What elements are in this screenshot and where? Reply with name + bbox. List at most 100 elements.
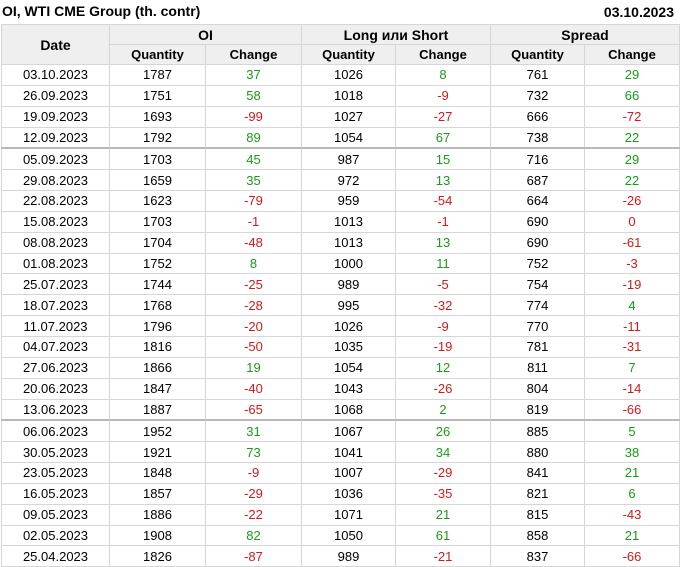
oi-change-cell: -50 — [205, 335, 302, 358]
ls-quantity-cell: 1068 — [301, 398, 396, 421]
spread-quantity-cell: 837 — [490, 545, 585, 567]
ls-quantity-cell: 1050 — [301, 524, 396, 547]
oi-change-cell: 89 — [205, 126, 302, 149]
date-cell: 18.07.2023 — [1, 294, 110, 317]
ls-quantity-cell: 995 — [301, 294, 396, 317]
oi-quantity-cell: 1921 — [109, 441, 206, 464]
table-row: 20.06.2023 1847 -40 1043 -26 804 -14 — [1, 377, 680, 400]
date-cell: 13.06.2023 — [1, 398, 110, 421]
table-row: 13.06.2023 1887 -65 1068 2 819 -66 — [1, 398, 680, 421]
table-row: 06.06.2023 1952 31 1067 26 885 5 — [1, 419, 680, 443]
oi-quantity-cell: 1826 — [109, 545, 206, 567]
oi-quantity-cell: 1703 — [109, 147, 206, 171]
oi-change-cell: -28 — [205, 294, 302, 317]
spread-quantity-cell: 885 — [490, 419, 585, 443]
table-row: 15.08.2023 1703 -1 1013 -1 690 0 — [1, 210, 680, 233]
spread-change-cell: 22 — [584, 169, 680, 192]
table-row: 01.08.2023 1752 8 1000 11 752 -3 — [1, 252, 680, 275]
table-row: 02.05.2023 1908 82 1050 61 858 21 — [1, 524, 680, 547]
oi-quantity-cell: 1887 — [109, 398, 206, 421]
oi-change-cell: -65 — [205, 398, 302, 421]
oi-quantity-cell: 1744 — [109, 273, 206, 296]
oi-change-cell: -20 — [205, 315, 302, 337]
date-cell: 19.09.2023 — [1, 105, 110, 128]
oi-change-cell: 58 — [205, 84, 302, 107]
spread-quantity-cell: 841 — [490, 462, 585, 484]
ls-change-cell: 15 — [395, 147, 491, 171]
date-cell: 30.05.2023 — [1, 441, 110, 464]
ls-change-cell: 26 — [395, 419, 491, 443]
oi-change-cell: -87 — [205, 545, 302, 567]
date-cell: 16.05.2023 — [1, 482, 110, 505]
date-cell: 15.08.2023 — [1, 210, 110, 233]
spread-quantity-cell: 781 — [490, 335, 585, 358]
table-row: 22.08.2023 1623 -79 959 -54 664 -26 — [1, 190, 680, 212]
table-row: 29.08.2023 1659 35 972 13 687 22 — [1, 169, 680, 192]
ls-change-cell: 11 — [395, 252, 491, 275]
ls-change-cell: 13 — [395, 231, 491, 254]
ls-change-cell: 21 — [395, 503, 491, 526]
oi-quantity-cell: 1908 — [109, 524, 206, 547]
spread-quantity-cell: 804 — [490, 377, 585, 400]
date-cell: 25.07.2023 — [1, 273, 110, 296]
table-row: 25.04.2023 1826 -87 989 -21 837 -66 — [1, 545, 680, 567]
spread-quantity-cell: 664 — [490, 190, 585, 212]
oi-change-cell: -40 — [205, 377, 302, 400]
oi-quantity-cell: 1796 — [109, 315, 206, 337]
ls-change-cell: 34 — [395, 441, 491, 464]
spread-quantity-cell: 858 — [490, 524, 585, 547]
table-row: 09.05.2023 1886 -22 1071 21 815 -43 — [1, 503, 680, 526]
date-cell: 23.05.2023 — [1, 462, 110, 484]
oi-quantity-cell: 1792 — [109, 126, 206, 149]
oi-quantity-cell: 1816 — [109, 335, 206, 358]
date-cell: 29.08.2023 — [1, 169, 110, 192]
date-cell: 01.08.2023 — [1, 252, 110, 275]
ls-change-cell: -21 — [395, 545, 491, 567]
table-row: 11.07.2023 1796 -20 1026 -9 770 -11 — [1, 315, 680, 337]
spread-quantity-cell: 774 — [490, 294, 585, 317]
ls-change-cell: 61 — [395, 524, 491, 547]
header-oi: OI — [109, 24, 302, 45]
ls-quantity-cell: 1043 — [301, 377, 396, 400]
spread-quantity-cell: 687 — [490, 169, 585, 192]
table-row: 08.08.2023 1704 -48 1013 13 690 -61 — [1, 231, 680, 254]
table-row: 23.05.2023 1848 -9 1007 -29 841 21 — [1, 462, 680, 484]
ls-change-cell: 8 — [395, 64, 491, 86]
ls-change-cell: -26 — [395, 377, 491, 400]
spread-change-cell: 4 — [584, 294, 680, 317]
spread-change-cell: 0 — [584, 210, 680, 233]
date-cell: 20.06.2023 — [1, 377, 110, 400]
spread-quantity-cell: 761 — [490, 64, 585, 86]
table-row: 27.06.2023 1866 19 1054 12 811 7 — [1, 356, 680, 379]
spread-quantity-cell: 811 — [490, 356, 585, 379]
ls-quantity-cell: 1054 — [301, 356, 396, 379]
oi-quantity-cell: 1768 — [109, 294, 206, 317]
date-cell: 03.10.2023 — [1, 64, 110, 86]
oi-change-cell: -99 — [205, 105, 302, 128]
oi-change-cell: 8 — [205, 252, 302, 275]
table-row: 05.09.2023 1703 45 987 15 716 29 — [1, 147, 680, 171]
spread-change-cell: 38 — [584, 441, 680, 464]
date-cell: 04.07.2023 — [1, 335, 110, 358]
table-row: 12.09.2023 1792 89 1054 67 738 22 — [1, 126, 680, 149]
table-row: 18.07.2023 1768 -28 995 -32 774 4 — [1, 294, 680, 317]
header-row-groups: Date OI Long или Short Spread — [1, 24, 680, 65]
date-cell: 05.09.2023 — [1, 147, 110, 171]
ls-change-cell: -32 — [395, 294, 491, 317]
spread-quantity-cell: 752 — [490, 252, 585, 275]
oi-change-cell: -48 — [205, 231, 302, 254]
date-cell: 02.05.2023 — [1, 524, 110, 547]
oi-quantity-cell: 1886 — [109, 503, 206, 526]
oi-change-cell: 35 — [205, 169, 302, 192]
spread-change-cell: 66 — [584, 84, 680, 107]
oi-change-cell: -25 — [205, 273, 302, 296]
date-cell: 27.06.2023 — [1, 356, 110, 379]
spread-quantity-cell: 666 — [490, 105, 585, 128]
oi-quantity-cell: 1952 — [109, 419, 206, 443]
table-row: 25.07.2023 1744 -25 989 -5 754 -19 — [1, 273, 680, 296]
ls-quantity-cell: 989 — [301, 545, 396, 567]
spread-change-cell: 7 — [584, 356, 680, 379]
spread-change-cell: -3 — [584, 252, 680, 275]
spread-quantity-cell: 690 — [490, 231, 585, 254]
header-oi-quantity: Quantity — [109, 44, 206, 65]
